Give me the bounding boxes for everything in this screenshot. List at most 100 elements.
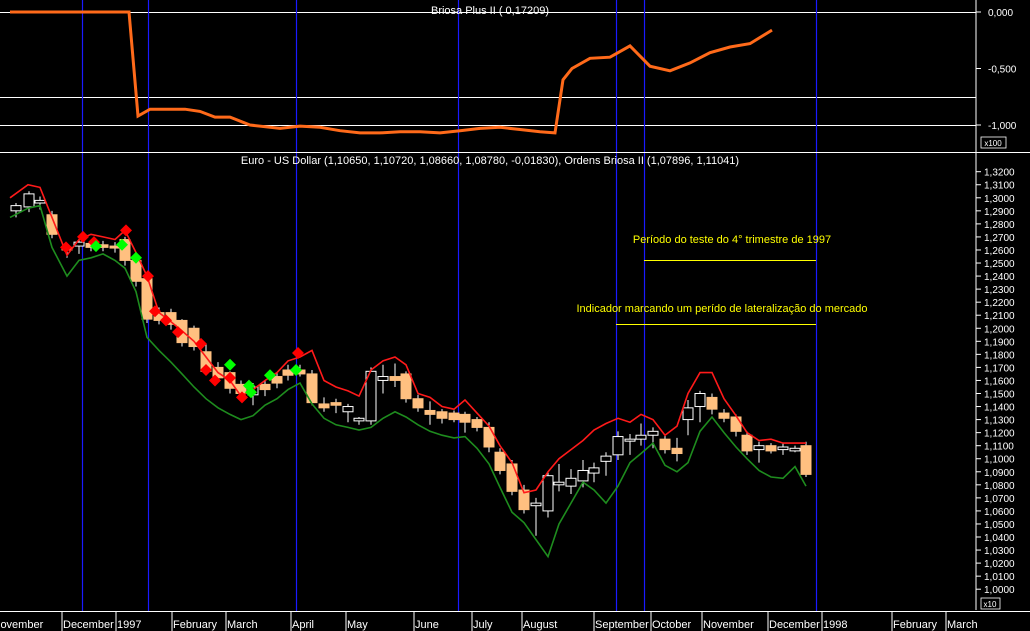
price-y-tick-label: 1,0000 (984, 585, 1015, 596)
candle (730, 414, 742, 437)
candle (342, 403, 354, 423)
price-y-tick-label: 1,2700 (984, 233, 1015, 244)
candle-body (330, 402, 342, 406)
candle (436, 409, 448, 424)
price-y-tick-label: 1,2000 (984, 324, 1015, 335)
candle-body (647, 430, 659, 436)
candle-body (412, 398, 424, 409)
candle (565, 469, 577, 494)
price-y-tick-label: 1,1200 (984, 429, 1015, 440)
time-axis-label: July (473, 619, 493, 631)
candle-body (730, 416, 742, 432)
time-axis-label: March (947, 619, 978, 631)
price-y-tick-label: 1,0200 (984, 559, 1015, 570)
time-axis-label: April (292, 619, 314, 631)
candle-body (800, 445, 812, 475)
candle (600, 452, 612, 476)
price-y-tick-label: 1,1800 (984, 350, 1015, 361)
candle (389, 363, 401, 387)
time-axis-labels: lovember December 1997 February March April Ma… (0, 611, 978, 631)
candle-body (259, 383, 271, 391)
price-y-tick-label: 1,2300 (984, 285, 1015, 296)
candle-body (694, 392, 706, 408)
candle-body (753, 445, 765, 451)
price-y-tick-label: 1,3000 (984, 194, 1015, 205)
price-y-tick-label: 1,2100 (984, 311, 1015, 322)
indicator-panel: 0,000 -0,500 -1,000 Briosa Plus II ( 0,172… (0, 0, 1030, 152)
time-axis-label: 1997 (117, 619, 141, 631)
candle (588, 462, 600, 483)
candle (282, 364, 294, 381)
candle-body (506, 463, 518, 492)
candle (494, 448, 506, 475)
candle-body (565, 477, 577, 487)
candle-body (494, 451, 506, 471)
candle (542, 471, 554, 518)
candle (777, 443, 789, 455)
time-axis-label: June (415, 619, 439, 631)
price-y-tick-label: 1,2600 (984, 246, 1015, 257)
candle (800, 441, 812, 477)
indicator-title: Briosa Plus II ( 0,17209) (431, 5, 549, 17)
candle (448, 410, 460, 423)
candle (671, 437, 683, 462)
candle-body (471, 419, 483, 428)
candle (141, 276, 153, 324)
candle (753, 441, 765, 463)
candle-body (34, 199, 46, 204)
candle (471, 416, 483, 432)
candle-body (448, 412, 460, 421)
price-y-tick-label: 1,2800 (984, 220, 1015, 231)
price-y-tick-label: 1,0500 (984, 520, 1015, 531)
indicator-y-tick-label: -0,500 (988, 65, 1017, 76)
indicator-y-tick-label: -1,000 (988, 121, 1017, 132)
candle (706, 393, 718, 415)
indicator-y-tick-label: 0,000 (988, 8, 1013, 19)
price-y-tick-label: 1,2400 (984, 272, 1015, 283)
time-axis-label: September (595, 619, 649, 631)
indicator-unit-label: x100 (984, 139, 1002, 148)
price-y-tick-label: 1,1700 (984, 363, 1015, 374)
chart-canvas: 0,000 -0,500 -1,000 Briosa Plus II ( 0,172… (0, 0, 1030, 631)
sell-signal-marker (292, 347, 304, 360)
candle-body (318, 403, 330, 409)
candle-body (389, 376, 401, 381)
candle-body (530, 502, 542, 507)
candle-body (23, 193, 35, 208)
price-y-ticks: 1,3200 1,3100 1,3000 1,2900 1,2800 1,2700 1,26… (976, 168, 1015, 596)
price-y-tick-label: 1,1300 (984, 416, 1015, 427)
annotation-sideways: Indicador marcando um perído de laterali… (576, 303, 867, 315)
candle (330, 398, 342, 414)
price-vertical-markers (81, 153, 818, 611)
candle (459, 411, 471, 433)
price-y-tick-label: 1,1000 (984, 455, 1015, 466)
candle-body (588, 467, 600, 474)
candle (400, 371, 412, 403)
price-y-tick-label: 1,3100 (984, 181, 1015, 192)
annotation-test-period: Período do teste do 4° trimestre de 1997 (633, 234, 831, 246)
candle-body (400, 373, 412, 400)
signal-markers (60, 224, 304, 404)
price-y-tick-label: 1,0600 (984, 507, 1015, 518)
price-y-tick-label: 1,0100 (984, 572, 1015, 583)
price-unit-label: x10 (984, 600, 997, 609)
candle-body (377, 376, 389, 381)
candle-body (671, 447, 683, 455)
candle-body (777, 446, 789, 451)
candle-body (577, 469, 589, 482)
candle-body (542, 475, 554, 512)
time-axis-label: August (523, 619, 557, 631)
candle (353, 416, 365, 425)
candle-body (741, 434, 753, 452)
candle-body (789, 447, 801, 452)
buy-signal-marker (224, 358, 236, 371)
candle-body (624, 438, 636, 442)
price-y-tick-label: 1,1600 (984, 376, 1015, 387)
time-axis-label: February (893, 619, 938, 631)
candle-body (459, 413, 471, 423)
price-y-tick-label: 1,2200 (984, 298, 1015, 309)
price-y-tick-label: 1,1900 (984, 337, 1015, 348)
price-y-tick-label: 1,2500 (984, 259, 1015, 270)
time-axis-label: February (173, 619, 218, 631)
candle (518, 484, 530, 514)
